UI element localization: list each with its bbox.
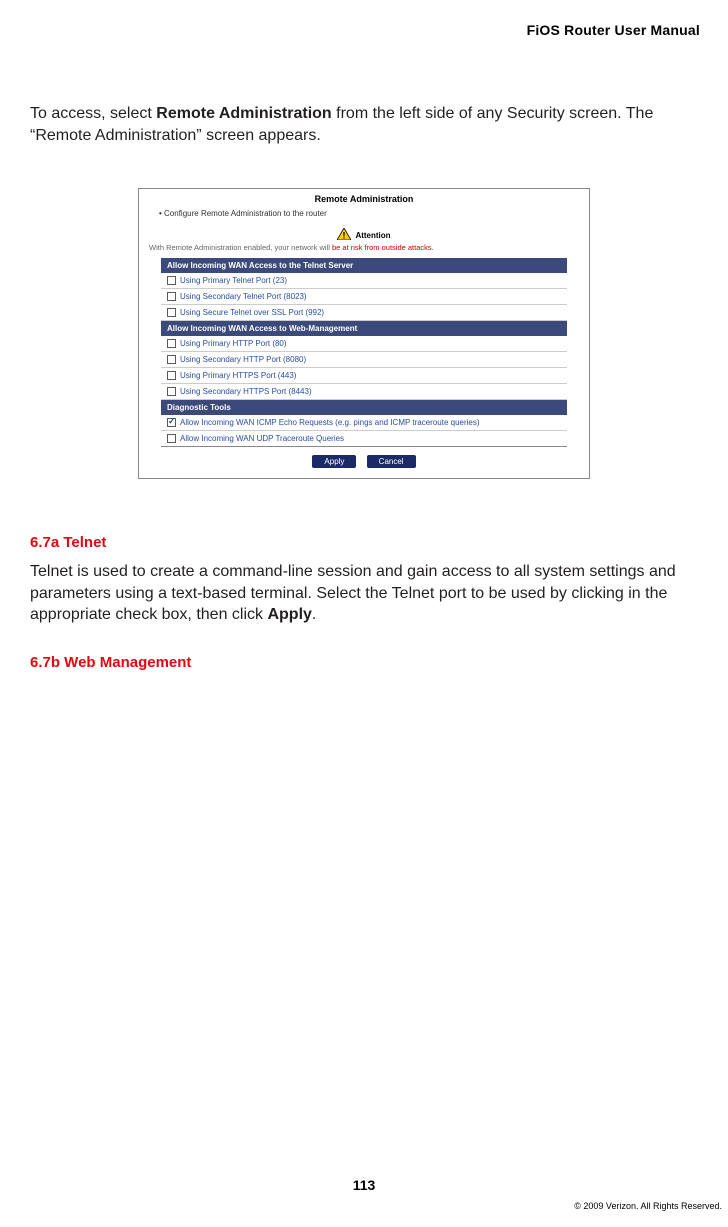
section-header-telnet: Allow Incoming WAN Access to the Telnet … [161,258,567,273]
option-label: Using Secondary HTTP Port (8080) [180,355,306,364]
option-row[interactable]: Using Secondary Telnet Port (8023) [161,289,567,305]
apply-button[interactable]: Apply [312,455,356,468]
section-heading-web-management: 6.7b Web Management [30,654,698,671]
checkbox-icon[interactable] [167,339,176,348]
option-label: Using Secondary HTTPS Port (8443) [180,387,312,396]
option-row[interactable]: Using Primary HTTPS Port (443) [161,368,567,384]
checkbox-icon[interactable] [167,371,176,380]
section-header-diag: Diagnostic Tools [161,400,567,415]
checkbox-icon[interactable] [167,355,176,364]
panel-title: Remote Administration [139,189,589,207]
option-label: Using Secondary Telnet Port (8023) [180,292,307,301]
panel-subtitle: Configure Remote Administration to the r… [139,207,589,224]
attention-msg-pre: With Remote Administration enabled, your… [149,243,332,252]
warning-icon: ! [337,228,351,242]
option-label: Using Primary Telnet Port (23) [180,276,287,285]
intro-pre: To access, select [30,105,156,122]
intro-bold: Remote Administration [156,105,331,122]
checkbox-icon[interactable] [167,387,176,396]
telnet-body-pre: Telnet is used to create a command-line … [30,563,676,623]
section-header-web: Allow Incoming WAN Access to Web-Managem… [161,321,567,336]
option-label: Using Primary HTTPS Port (443) [180,371,296,380]
option-row[interactable]: Using Secondary HTTPS Port (8443) [161,384,567,400]
intro-paragraph: To access, select Remote Administration … [30,103,698,146]
attention-msg-risk: be at risk from outside attacks. [332,243,434,252]
copyright: © 2009 Verizon. All Rights Reserved. [574,1201,722,1211]
option-label: Allow Incoming WAN UDP Traceroute Querie… [180,434,344,443]
checkbox-icon[interactable] [167,418,176,427]
checkbox-icon[interactable] [167,434,176,443]
section-heading-telnet: 6.7a Telnet [30,534,698,551]
svg-text:!: ! [343,231,346,241]
button-row: Apply Cancel [139,447,589,478]
option-row[interactable]: Using Secondary HTTP Port (8080) [161,352,567,368]
option-row[interactable]: Allow Incoming WAN UDP Traceroute Querie… [161,431,567,447]
option-row[interactable]: Allow Incoming WAN ICMP Echo Requests (e… [161,415,567,431]
attention-message: With Remote Administration enabled, your… [139,243,589,258]
cancel-button[interactable]: Cancel [367,455,416,468]
option-label: Allow Incoming WAN ICMP Echo Requests (e… [180,418,480,427]
page-header: FiOS Router User Manual [0,0,728,38]
section-body-telnet: Telnet is used to create a command-line … [30,561,698,626]
option-row[interactable]: Using Secure Telnet over SSL Port (992) [161,305,567,321]
option-row[interactable]: Using Primary Telnet Port (23) [161,273,567,289]
checkbox-icon[interactable] [167,292,176,301]
remote-admin-screenshot: Remote Administration Configure Remote A… [138,188,590,479]
option-row[interactable]: Using Primary HTTP Port (80) [161,336,567,352]
option-label: Using Primary HTTP Port (80) [180,339,287,348]
checkbox-icon[interactable] [167,276,176,285]
option-label: Using Secure Telnet over SSL Port (992) [180,308,324,317]
attention-label: Attention [355,231,390,240]
telnet-body-post: . [312,606,316,623]
checkbox-icon[interactable] [167,308,176,317]
page-number: 113 [0,1177,728,1193]
attention-row: ! Attention [139,224,589,243]
telnet-body-bold: Apply [267,606,311,623]
